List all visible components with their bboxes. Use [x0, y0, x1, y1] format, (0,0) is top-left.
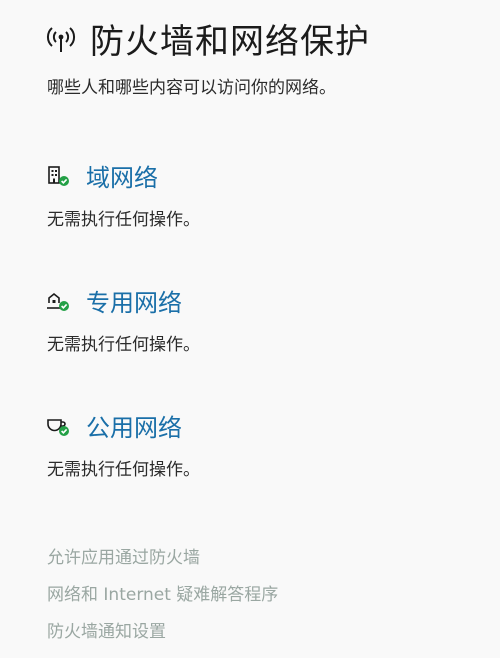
domain-network-link[interactable]: 域网络 [86, 158, 158, 193]
network-section-private: 专用网络 无需执行任何操作。 [46, 283, 200, 355]
public-network-icon [46, 414, 70, 438]
private-network-icon [46, 289, 70, 313]
public-network-status: 无需执行任何操作。 [47, 460, 200, 480]
antenna-icon [46, 24, 76, 54]
network-section-public: 公用网络 无需执行任何操作。 [46, 408, 200, 480]
public-network-link[interactable]: 公用网络 [86, 408, 182, 443]
private-network-status: 无需执行任何操作。 [47, 335, 200, 355]
domain-network-icon [46, 164, 70, 188]
related-links: 允许应用通过防火墙 网络和 Internet 疑难解答程序 防火墙通知设置 [47, 547, 278, 658]
network-troubleshooter-link[interactable]: 网络和 Internet 疑难解答程序 [47, 584, 278, 606]
network-section-domain: 域网络 无需执行任何操作。 [46, 158, 200, 230]
domain-network-status: 无需执行任何操作。 [47, 210, 200, 230]
allow-app-through-firewall-link[interactable]: 允许应用通过防火墙 [47, 547, 278, 569]
page-header: 防火墙和网络保护 [46, 14, 370, 63]
firewall-notification-settings-link[interactable]: 防火墙通知设置 [47, 621, 278, 643]
page-title: 防火墙和网络保护 [90, 22, 370, 62]
page-subtitle: 哪些人和哪些内容可以访问你的网络。 [47, 78, 336, 98]
private-network-link[interactable]: 专用网络 [86, 283, 182, 318]
